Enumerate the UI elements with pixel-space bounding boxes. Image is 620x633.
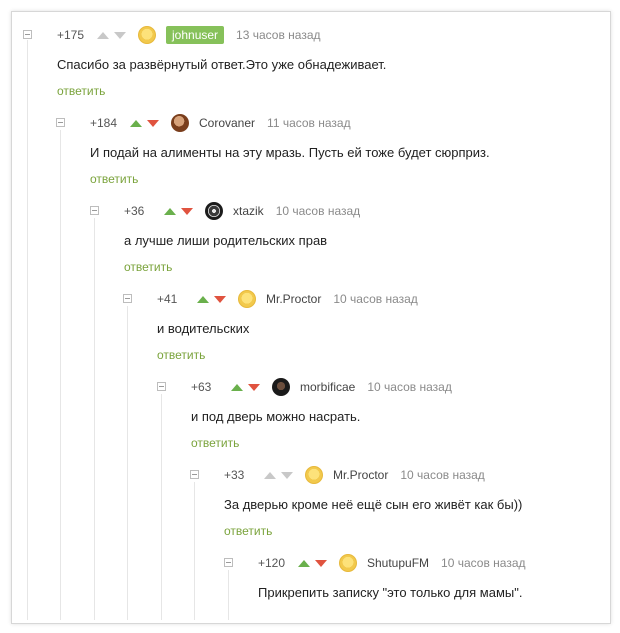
comment-rating: +36: [124, 204, 145, 218]
comment-rating: +33: [224, 468, 245, 482]
photo-avatar-icon[interactable]: [171, 114, 189, 132]
comment-rating: +175: [57, 28, 85, 42]
emblem-avatar-icon[interactable]: [205, 202, 223, 220]
upvote-arrow-icon[interactable]: [97, 31, 109, 39]
downvote-arrow-icon[interactable]: [147, 119, 159, 127]
downvote-arrow-icon[interactable]: [114, 31, 126, 39]
comment-text: Прикрепить записку "это только для мамы"…: [258, 585, 523, 600]
scared-face-avatar-icon[interactable]: [305, 466, 323, 484]
thread-line: [127, 306, 128, 620]
upvote-arrow-icon[interactable]: [197, 295, 209, 303]
author-username[interactable]: Corovaner: [199, 116, 255, 130]
reply-link[interactable]: ответить: [224, 524, 272, 538]
comment-text: а лучше лиши родительских прав: [124, 233, 328, 248]
collapse-toggle[interactable]: [56, 118, 65, 127]
comment-text: и водительских: [157, 321, 250, 336]
comment-rating: +41: [157, 292, 178, 306]
thread-line: [194, 482, 195, 620]
downvote-arrow-icon[interactable]: [315, 559, 327, 567]
comment-rating: +63: [191, 380, 212, 394]
comment-timestamp[interactable]: 13 часов назад: [236, 28, 320, 42]
comment-timestamp[interactable]: 10 часов назад: [367, 380, 451, 394]
thread-line: [60, 130, 61, 620]
photo-avatar-icon[interactable]: [272, 378, 290, 396]
upvote-arrow-icon[interactable]: [298, 559, 310, 567]
scared-face-avatar-icon[interactable]: [138, 26, 156, 44]
collapse-toggle[interactable]: [224, 558, 233, 567]
author-username[interactable]: ShutupuFM: [367, 556, 429, 570]
scared-face-avatar-icon[interactable]: [238, 290, 256, 308]
collapse-toggle[interactable]: [190, 470, 199, 479]
upvote-arrow-icon[interactable]: [231, 383, 243, 391]
comment-text: Спасибо за развёрнутый ответ.Это уже обн…: [57, 57, 387, 72]
reply-link[interactable]: ответить: [191, 436, 239, 450]
comment-text: За дверью кроме неё ещё сын его живёт ка…: [224, 497, 523, 512]
downvote-arrow-icon[interactable]: [214, 295, 226, 303]
author-username[interactable]: morbificae: [300, 380, 355, 394]
comment-timestamp[interactable]: 10 часов назад: [400, 468, 484, 482]
author-username[interactable]: Mr.Proctor: [333, 468, 388, 482]
author-username[interactable]: xtazik: [233, 204, 264, 218]
upvote-arrow-icon[interactable]: [164, 207, 176, 215]
downvote-arrow-icon[interactable]: [248, 383, 260, 391]
upvote-arrow-icon[interactable]: [264, 471, 276, 479]
upvote-arrow-icon[interactable]: [130, 119, 142, 127]
comment-rating: +120: [258, 556, 286, 570]
collapse-toggle[interactable]: [157, 382, 166, 391]
downvote-arrow-icon[interactable]: [181, 207, 193, 215]
author-username[interactable]: johnuser: [166, 26, 225, 44]
comment-timestamp[interactable]: 10 часов назад: [333, 292, 417, 306]
collapse-toggle[interactable]: [23, 30, 32, 39]
comment-text: и под дверь можно насрать.: [191, 409, 361, 424]
author-username[interactable]: Mr.Proctor: [266, 292, 321, 306]
comment-text: И подай на алименты на эту мразь. Пусть …: [90, 145, 490, 160]
reply-link[interactable]: ответить: [90, 172, 138, 186]
thread-line: [94, 218, 95, 620]
collapse-toggle[interactable]: [90, 206, 99, 215]
thread-line: [27, 40, 28, 620]
comment-timestamp[interactable]: 10 часов назад: [441, 556, 525, 570]
reply-link[interactable]: ответить: [57, 84, 105, 98]
downvote-arrow-icon[interactable]: [281, 471, 293, 479]
thread-line: [161, 394, 162, 620]
thread-line: [228, 570, 229, 620]
comment-timestamp[interactable]: 11 часов назад: [267, 116, 351, 130]
scared-face-avatar-icon[interactable]: [339, 554, 357, 572]
collapse-toggle[interactable]: [123, 294, 132, 303]
comment-timestamp[interactable]: 10 часов назад: [276, 204, 360, 218]
reply-link[interactable]: ответить: [157, 348, 205, 362]
comment-thread: +175 johnuser 13 часов назад Спасибо за …: [11, 11, 611, 624]
reply-link[interactable]: ответить: [124, 260, 172, 274]
comment-rating: +184: [90, 116, 118, 130]
